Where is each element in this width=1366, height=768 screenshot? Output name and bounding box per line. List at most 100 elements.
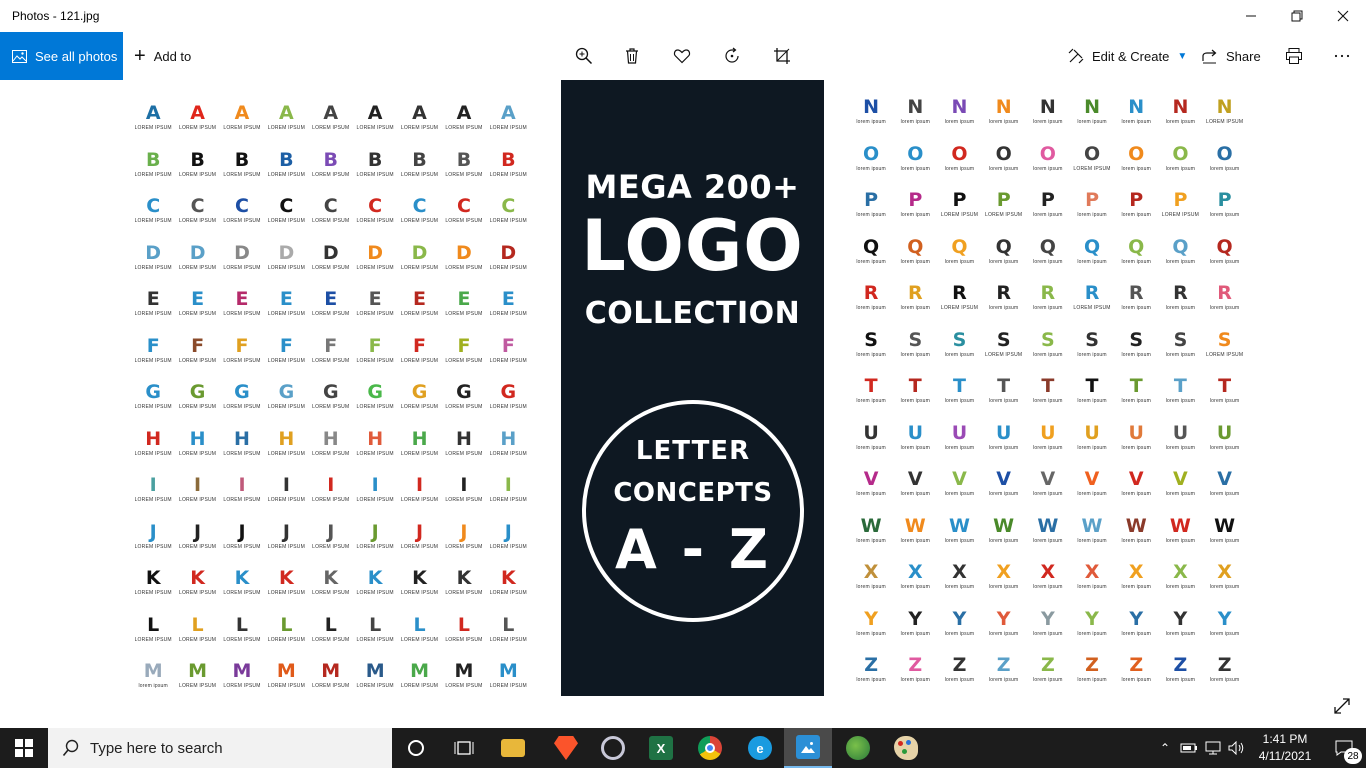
chrome-button[interactable] xyxy=(686,728,734,768)
logo-caption: lorem ipsum xyxy=(1209,630,1240,637)
restore-button[interactable] xyxy=(1274,0,1320,32)
logo-item: B LOREM IPSUM xyxy=(220,141,264,188)
logo-letter: C xyxy=(323,195,338,218)
image-viewer[interactable]: A LOREM IPSUM A LOREM IPSUM A LOREM IPSUM A LOR… xyxy=(0,80,1366,728)
logo-item: Wlorem ipsum xyxy=(937,507,981,554)
panel-line-3: COLLECTION xyxy=(584,296,801,331)
action-center-button[interactable]: 28 xyxy=(1322,728,1366,768)
logo-item: I LOREM IPSUM xyxy=(175,466,219,513)
logo-item: I LOREM IPSUM xyxy=(397,466,441,513)
rotate-button[interactable] xyxy=(720,44,744,68)
logo-caption: lorem ipsum xyxy=(900,119,930,126)
windows-logo-icon xyxy=(15,739,33,757)
file-explorer-button[interactable] xyxy=(489,728,537,768)
start-button[interactable] xyxy=(0,728,48,768)
logo-item: H LOREM IPSUM xyxy=(397,420,441,467)
logo-caption: lorem ipsum xyxy=(856,398,886,405)
logo-item: L LOREM IPSUM xyxy=(397,606,441,653)
logo-letter: Z xyxy=(1040,654,1055,677)
logo-caption: LOREM IPSUM xyxy=(400,125,439,132)
app-button[interactable] xyxy=(589,728,637,768)
logo-item: Tlorem ipsum xyxy=(982,367,1026,414)
logo-caption: LOREM IPSUM xyxy=(134,171,172,178)
logo-item: O LOREM IPSUM xyxy=(1070,135,1114,182)
logo-item: Zlorem ipsum xyxy=(849,646,893,693)
more-button[interactable] xyxy=(1330,44,1354,68)
logo-item: B LOREM IPSUM xyxy=(397,141,441,188)
logo-item: Rlorem ipsum xyxy=(1203,274,1247,321)
logo-letter: J xyxy=(460,520,468,543)
share-button[interactable]: Share xyxy=(1202,32,1261,80)
add-to-button[interactable]: + Add to xyxy=(134,32,191,80)
logo-letter: S xyxy=(1085,328,1099,351)
logo-item: F LOREM IPSUM xyxy=(131,327,175,374)
logo-item: Plorem ipsum xyxy=(893,181,937,228)
logo-letter: D xyxy=(278,241,295,264)
print-button[interactable] xyxy=(1282,44,1306,68)
delete-button[interactable] xyxy=(620,44,644,68)
logo-item: H LOREM IPSUM xyxy=(264,420,308,467)
logo-letter: X xyxy=(863,561,879,584)
logo-item: H LOREM IPSUM xyxy=(175,420,219,467)
logo-caption: LOREM IPSUM xyxy=(178,590,217,597)
paint-button[interactable] xyxy=(882,728,930,768)
brave-browser-button[interactable] xyxy=(542,728,590,768)
zoom-button[interactable] xyxy=(572,44,596,68)
logo-caption: LOREM IPSUM xyxy=(445,218,483,225)
crop-button[interactable] xyxy=(770,44,794,68)
cortana-button[interactable] xyxy=(392,728,440,768)
taskbar-clock[interactable]: 1:41 PM 4/11/2021 xyxy=(1254,731,1316,765)
file-explorer-icon xyxy=(501,739,525,757)
logo-item: Slorem ipsum xyxy=(1158,321,1202,368)
logo-letter: C xyxy=(146,195,161,218)
task-view-button[interactable] xyxy=(440,728,488,768)
minimize-button[interactable] xyxy=(1228,0,1274,32)
show-hidden-icons-button[interactable]: ⌃ xyxy=(1154,728,1176,768)
logo-letter: M xyxy=(232,660,252,683)
logo-item: Olorem ipsum xyxy=(849,135,893,182)
logo-caption: LOREM IPSUM xyxy=(445,311,483,318)
logo-letter: B xyxy=(501,148,516,171)
edit-create-button[interactable]: Edit & Create ▼ xyxy=(1068,32,1187,80)
volume-button[interactable] xyxy=(1226,728,1248,768)
logo-item: G LOREM IPSUM xyxy=(397,373,441,420)
logo-letter: E xyxy=(413,288,427,311)
logo-caption: LOREM IPSUM xyxy=(267,404,305,411)
logo-letter: Y xyxy=(996,607,1011,630)
favorite-button[interactable] xyxy=(670,44,694,68)
logo-item: L LOREM IPSUM xyxy=(353,606,397,653)
close-button[interactable] xyxy=(1320,0,1366,32)
logo-caption: LOREM IPSUM xyxy=(312,543,350,550)
taskbar-search-box[interactable]: Type here to search xyxy=(48,728,392,768)
logo-letter: Q xyxy=(951,235,968,258)
logo-item: Ylorem ipsum xyxy=(1070,600,1114,647)
logo-letter: T xyxy=(1218,375,1232,398)
expand-button[interactable] xyxy=(1330,694,1354,718)
logo-letter: G xyxy=(322,381,339,404)
photos-button[interactable] xyxy=(784,728,832,768)
plus-icon: + xyxy=(134,45,146,67)
excel-button[interactable]: X xyxy=(637,728,685,768)
logo-item: D LOREM IPSUM xyxy=(442,234,486,281)
logo-caption: lorem ipsum xyxy=(1077,444,1107,451)
map-app-button[interactable] xyxy=(834,728,882,768)
network-button[interactable] xyxy=(1202,728,1224,768)
logo-item: Rlorem ipsum xyxy=(1158,274,1202,321)
logo-letter: E xyxy=(501,288,515,311)
see-all-photos-button[interactable]: See all photos xyxy=(0,32,123,80)
logo-caption: lorem ipsum xyxy=(1077,351,1107,358)
logo-caption: lorem ipsum xyxy=(1209,258,1240,265)
logo-caption: lorem ipsum xyxy=(1165,351,1196,358)
logo-caption: LOREM IPSUM xyxy=(400,311,439,318)
logo-item: K LOREM IPSUM xyxy=(264,559,308,606)
logo-letter: V xyxy=(1128,468,1144,491)
logo-caption: LOREM IPSUM xyxy=(267,683,305,690)
logo-letter: H xyxy=(411,427,428,450)
logo-caption: LOREM IPSUM xyxy=(489,264,527,271)
logo-caption: LOREM IPSUM xyxy=(400,404,439,411)
edge-button[interactable]: e xyxy=(736,728,784,768)
logo-item: Qlorem ipsum xyxy=(982,228,1026,275)
logo-item: G LOREM IPSUM xyxy=(353,373,397,420)
battery-button[interactable] xyxy=(1178,728,1200,768)
logo-letter: B xyxy=(412,148,427,171)
